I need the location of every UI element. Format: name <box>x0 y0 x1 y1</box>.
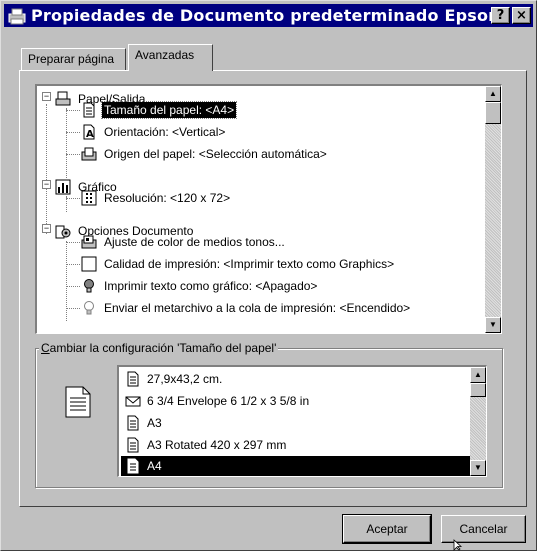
list-item[interactable]: A3 <box>121 413 471 433</box>
list-item[interactable]: 27,9x43,2 cm. <box>121 369 471 389</box>
tree-connector <box>66 242 80 243</box>
tree-item-imprimir-texto-grafico[interactable]: Imprimir texto como gráfico: <Apagado> <box>81 275 319 297</box>
printer-icon <box>8 8 26 24</box>
tab-preparar-pagina[interactable]: Preparar página <box>21 48 126 70</box>
document-icon <box>83 102 95 118</box>
tree-item-label: Ajuste de color de medios tonos... <box>104 235 285 249</box>
tree-item-label: Orientación: <Vertical> <box>104 125 226 139</box>
tree-item-label: Resolución: <120 x 72> <box>104 191 231 205</box>
tree-connector <box>66 132 80 133</box>
scroll-up-arrow-icon[interactable]: ▲ <box>470 367 486 383</box>
tree-connector <box>46 104 47 234</box>
scroll-down-arrow-icon[interactable]: ▼ <box>485 317 501 333</box>
help-button[interactable]: ? <box>491 7 510 24</box>
list-item-label: 27,9x43,2 cm. <box>147 372 223 386</box>
mouse-cursor-icon <box>453 539 463 551</box>
tree-item-label: Imprimir texto como gráfico: <Apagado> <box>104 279 318 293</box>
list-item[interactable]: 6 3/4 Envelope 6 1/2 x 3 5/8 in <box>121 391 471 411</box>
tab-avanzadas[interactable]: Avanzadas <box>128 44 213 71</box>
list-item-label: A3 <box>147 416 162 430</box>
tree-connector <box>66 286 80 287</box>
lightbulb-off-icon <box>84 279 94 293</box>
tree-item-tamano-papel[interactable]: Tamaño del papel: <A4> <box>81 99 238 121</box>
tree-connector <box>66 264 80 265</box>
tree-item-label: Calidad de impresión: <Imprimir texto co… <box>104 257 395 271</box>
list-item-label: A3 Rotated 420 x 297 mm <box>147 438 287 452</box>
list-item[interactable]: A3 Rotated 420 x 297 mm <box>121 435 471 455</box>
title-bar[interactable]: Propiedades de Documento predeterminado … <box>4 4 533 27</box>
paper-size-list[interactable]: 27,9x43,2 cm. 6 3/4 Envelope 6 1/2 x 3 5… <box>117 365 487 477</box>
settings-tree[interactable]: − − − Papel/Salida Tamaño del papel: <A4… <box>35 84 502 334</box>
envelope-icon <box>125 396 141 407</box>
list-item-label: 6 3/4 Envelope 6 1/2 x 3 5/8 in <box>147 394 310 408</box>
change-setting-label: Cambiar la configuración 'Tamaño del pap… <box>39 341 279 355</box>
scroll-down-arrow-icon[interactable]: ▼ <box>470 460 486 476</box>
collapse-toggle-grafico[interactable]: − <box>42 180 51 189</box>
tree-connector <box>66 308 80 309</box>
tree-item-enviar-metarchivo[interactable]: Enviar el metarchivo a la cola de impres… <box>81 297 412 319</box>
resolution-icon <box>81 190 97 206</box>
tree-item-label: Origen del papel: <Selección automática> <box>104 147 327 161</box>
document-icon <box>127 371 139 387</box>
blank-box-icon <box>81 256 97 272</box>
ok-button[interactable]: Aceptar <box>342 514 432 544</box>
tree-item-label: Enviar el metarchivo a la cola de impres… <box>104 301 411 315</box>
tree-item-calidad-impresion[interactable]: Calidad de impresión: <Imprimir texto co… <box>81 253 396 275</box>
list-item-label: A4 <box>147 459 162 473</box>
document-icon <box>127 415 139 431</box>
paper-size-document-icon <box>65 386 91 418</box>
scroll-thumb[interactable] <box>485 102 501 124</box>
printer-paper-icon <box>55 91 71 106</box>
tree-item-label: Tamaño del papel: <A4> <box>100 101 238 119</box>
document-options-icon <box>55 225 71 239</box>
list-item-selected[interactable]: A4 <box>121 456 471 476</box>
chart-icon <box>55 179 71 195</box>
orientation-icon: A <box>83 124 95 140</box>
collapse-toggle-papel[interactable]: − <box>42 92 51 101</box>
color-adjust-icon <box>81 235 97 249</box>
tree-connector <box>66 198 80 199</box>
list-scrollbar[interactable]: ▲ ▼ <box>470 367 486 476</box>
tree-item-orientacion[interactable]: A Orientación: <Vertical> <box>81 121 227 143</box>
svg-text:A: A <box>86 129 94 140</box>
tree-connector <box>66 154 80 155</box>
document-icon <box>127 437 139 453</box>
collapse-toggle-opciones[interactable]: − <box>42 224 51 233</box>
document-icon <box>127 458 139 474</box>
tree-scrollbar[interactable]: ▲ ▼ <box>485 86 501 333</box>
paper-tray-icon <box>81 147 97 161</box>
window-title: Propiedades de Documento predeterminado … <box>31 6 491 25</box>
tree-item-ajuste-color[interactable]: Ajuste de color de medios tonos... <box>81 231 287 253</box>
scroll-up-arrow-icon[interactable]: ▲ <box>485 86 501 102</box>
lightbulb-on-icon <box>84 301 94 315</box>
tree-connector <box>66 108 67 178</box>
tree-connector <box>66 110 80 111</box>
close-button[interactable]: × <box>512 7 531 24</box>
tree-connector <box>66 241 67 321</box>
tree-item-resolucion[interactable]: Resolución: <120 x 72> <box>81 187 232 209</box>
document-properties-dialog: Propiedades de Documento predeterminado … <box>0 0 537 551</box>
scroll-thumb[interactable] <box>470 383 486 397</box>
tree-item-origen-papel[interactable]: Origen del papel: <Selección automática> <box>81 143 329 165</box>
